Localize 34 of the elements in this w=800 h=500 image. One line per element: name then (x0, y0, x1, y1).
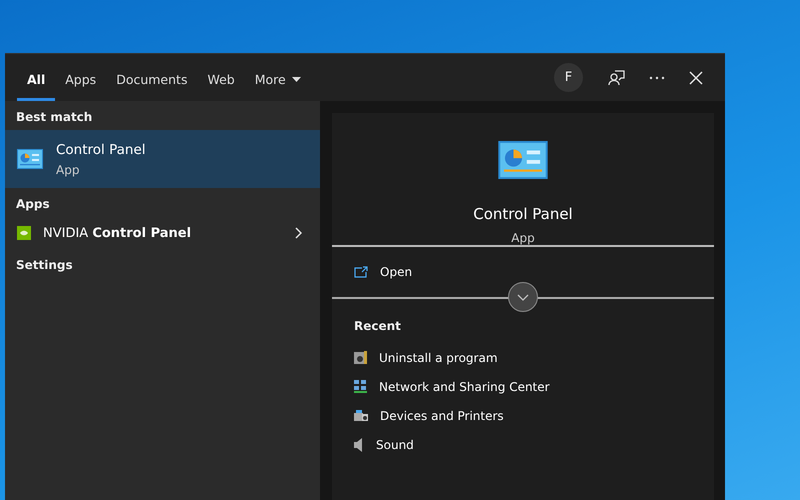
control-panel-icon (17, 149, 43, 169)
result-title: Control Panel (56, 142, 146, 158)
section-heading: Settings (15, 257, 74, 274)
expand-button[interactable] (508, 282, 538, 312)
result-subtitle: App (56, 162, 80, 176)
recent-item[interactable]: Uninstall a program (332, 343, 714, 372)
chevron-icon (295, 227, 302, 239)
avatar-button[interactable]: F (554, 63, 583, 92)
result-item[interactable]: NVIDIA Control Panel (5, 217, 320, 249)
recent-item[interactable]: Network and Sharing Center (332, 372, 714, 401)
tab[interactable]: Web (197, 54, 245, 101)
open-icon (354, 266, 368, 278)
control-panel-icon (497, 141, 549, 179)
printer-icon (354, 410, 368, 422)
close-icon[interactable] (689, 70, 703, 84)
recent-item[interactable]: Devices and Printers (332, 401, 714, 430)
tab[interactable]: Apps (55, 54, 106, 101)
program-icon (354, 350, 367, 364)
preview-title: Control Panel (473, 205, 573, 223)
more-icon[interactable] (649, 76, 665, 80)
section-heading: Recent (353, 318, 402, 335)
speaker-icon (354, 438, 364, 452)
section-heading: Best match (15, 109, 94, 126)
chevron-icon (517, 294, 529, 300)
network-icon (354, 380, 367, 394)
result-item[interactable]: Control Panel App (5, 130, 320, 188)
tab[interactable]: More (244, 54, 311, 101)
recent-item[interactable]: Sound (332, 430, 714, 459)
preview-subtitle: App (511, 231, 535, 245)
open-action[interactable]: Open (332, 247, 714, 297)
section-heading: Apps (15, 196, 51, 213)
tab[interactable]: Documents (106, 54, 198, 101)
app-icon (17, 226, 31, 240)
feedback-icon[interactable] (607, 68, 625, 86)
